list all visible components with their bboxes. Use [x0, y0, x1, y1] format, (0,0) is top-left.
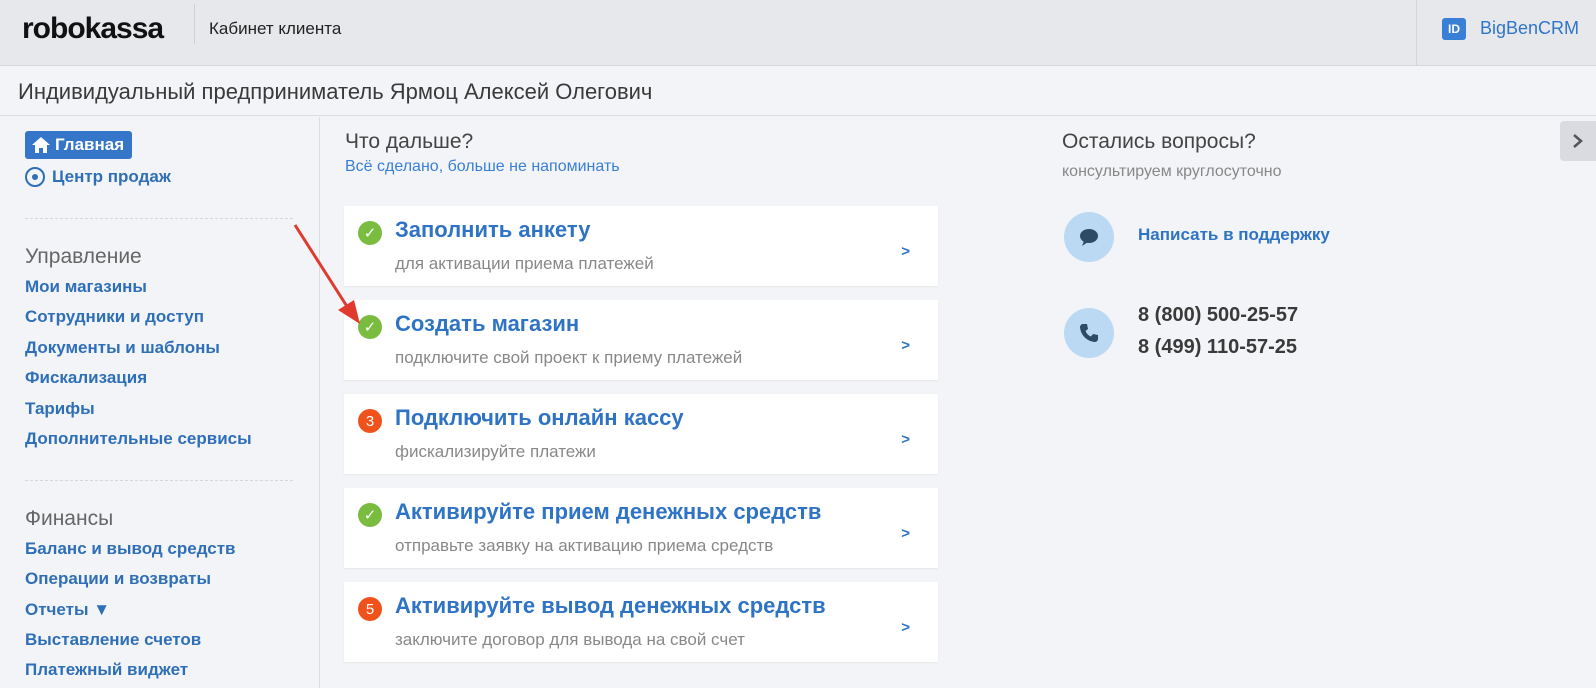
header-divider [1416, 0, 1417, 66]
step-card[interactable]: ✓ Заполнить анкету для активации приема … [344, 206, 938, 286]
sidebar-item-operations[interactable]: Операции и возвраты [25, 569, 211, 589]
annotation-arrow [293, 224, 360, 324]
sidebar-divider [25, 218, 293, 219]
home-icon [32, 137, 50, 153]
sidebar-home-label: Главная [55, 135, 125, 154]
sidebar-item-invoices[interactable]: Выставление счетов [25, 630, 201, 650]
step-number-badge: 3 [358, 409, 382, 433]
step-title[interactable]: Подключить онлайн кассу [395, 405, 684, 431]
chevron-right-icon[interactable]: > [901, 525, 910, 542]
sidebar-item-employees[interactable]: Сотрудники и доступ [25, 307, 204, 327]
target-icon [25, 167, 45, 187]
step-subtitle: фискализируйте платежи [395, 442, 596, 461]
section-title-management: Управление [25, 245, 142, 268]
step-card[interactable]: 3 Подключить онлайн кассу фискализируйте… [344, 394, 938, 474]
chevron-right-icon[interactable]: > [901, 337, 910, 354]
step-card[interactable]: 5 Активируйте вывод денежных средств зак… [344, 582, 938, 662]
id-icon: ID [1442, 18, 1466, 40]
step-title[interactable]: Активируйте вывод денежных средств [395, 593, 826, 619]
dismiss-reminder-link[interactable]: Всё сделано, больше не напоминать [345, 158, 620, 176]
robokassa-logo[interactable]: robokassa [22, 12, 164, 46]
help-title: Остались вопросы? [1062, 130, 1256, 153]
user-account-link[interactable]: BigBenCRM [1480, 18, 1579, 39]
cabinet-title: Кабинет клиента [209, 19, 342, 38]
phone-number[interactable]: 8 (499) 110-57-25 [1138, 336, 1297, 359]
logo-divider [194, 4, 195, 44]
help-subtitle: консультируем круглосуточно [1062, 163, 1282, 180]
sidebar-item-payment-widget[interactable]: Платежный виджет [25, 660, 188, 680]
section-title-finance: Финансы [25, 507, 114, 530]
step-subtitle: отправьте заявку на активацию приема сре… [395, 536, 774, 555]
sidebar-item-my-shops[interactable]: Мои магазины [25, 277, 147, 297]
top-header: robokassa Кабинет клиента ID BigBenCRM [0, 0, 1596, 66]
company-bar: Индивидуальный предприниматель Ярмоц Але… [0, 66, 1596, 116]
sidebar-home-button[interactable]: Главная [25, 131, 133, 159]
step-number-badge: 5 [358, 597, 382, 621]
phone-number[interactable]: 8 (800) 500-25-57 [1138, 304, 1298, 327]
sidebar-item-documents[interactable]: Документы и шаблоны [25, 338, 220, 358]
sidebar: Главная Центр продаж Управление Мои мага… [0, 117, 320, 688]
company-name: Индивидуальный предприниматель Ярмоц Але… [18, 79, 653, 104]
step-title[interactable]: Создать магазин [395, 311, 579, 337]
sidebar-item-sales-center[interactable]: Центр продаж [25, 167, 171, 187]
chevron-right-icon[interactable]: > [901, 243, 910, 260]
chevron-right-icon [1573, 134, 1583, 148]
sidebar-item-balance[interactable]: Баланс и вывод средств [25, 539, 236, 559]
sidebar-item-additional-services[interactable]: Дополнительные сервисы [25, 429, 252, 449]
sidebar-item-tariffs[interactable]: Тарифы [25, 399, 95, 419]
step-title[interactable]: Заполнить анкету [395, 217, 590, 243]
step-subtitle: для активации приема платежей [395, 254, 654, 273]
chevron-right-icon[interactable]: > [901, 619, 910, 636]
sidebar-item-reports[interactable]: Отчеты ▼ [25, 600, 110, 620]
step-subtitle: подключите свой проект к приему платежей [395, 348, 743, 367]
step-card[interactable]: ✓ Создать магазин подключите свой проект… [344, 300, 938, 380]
step-title[interactable]: Активируйте прием денежных средств [395, 499, 821, 525]
check-icon: ✓ [358, 503, 382, 527]
sidebar-item-fiscalization[interactable]: Фискализация [25, 368, 147, 388]
phone-icon [1064, 308, 1114, 358]
main-title: Что дальше? [345, 130, 474, 153]
chat-icon[interactable] [1064, 212, 1114, 262]
chevron-right-icon[interactable]: > [901, 431, 910, 448]
sidebar-item-label: Центр продаж [52, 167, 171, 186]
step-subtitle: заключите договор для вывода на свой сче… [395, 630, 745, 649]
step-card[interactable]: ✓ Активируйте прием денежных средств отп… [344, 488, 938, 568]
sidebar-divider [25, 480, 293, 481]
panel-collapse-button[interactable] [1560, 121, 1596, 161]
support-link[interactable]: Написать в поддержку [1138, 225, 1330, 245]
